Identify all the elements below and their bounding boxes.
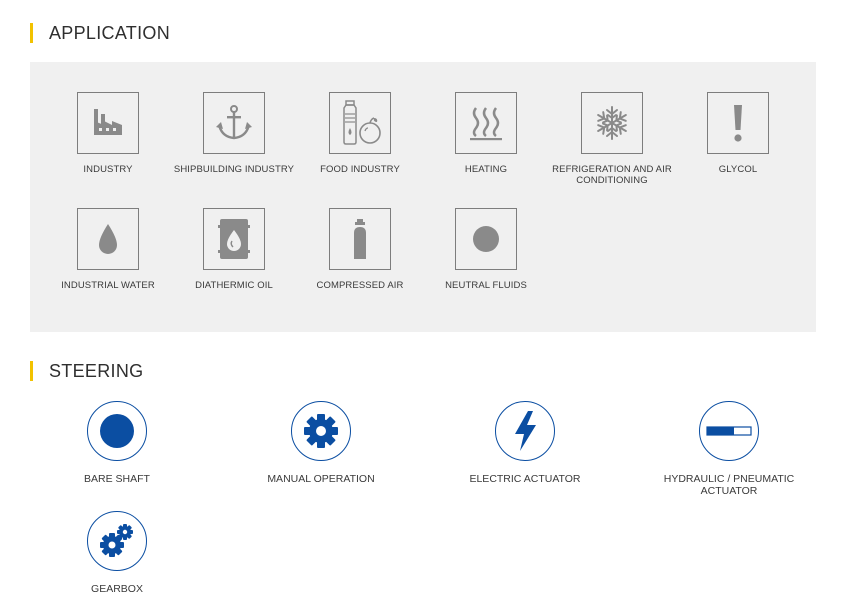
factory-icon [77, 92, 139, 154]
steering-item-gearbox: GEARBOX [32, 511, 202, 595]
food-icon [329, 92, 391, 154]
dot-icon [455, 208, 517, 270]
application-item-glycol: GLYCOL [675, 92, 801, 175]
exclamation-icon [707, 92, 769, 154]
application-item-diathermic-oil: DIATHERMIC OIL [171, 208, 297, 291]
application-item-label: INDUSTRIAL WATER [61, 280, 155, 291]
application-section-title: APPLICATION [30, 23, 170, 43]
snowflake-icon [581, 92, 643, 154]
application-panel: INDUSTRY SHIPBUILDING INDUSTRY FOOD INDU… [30, 62, 816, 332]
application-item-label: DIATHERMIC OIL [195, 280, 273, 291]
gas-cylinder-icon [329, 208, 391, 270]
heat-waves-icon [455, 92, 517, 154]
oil-barrel-icon [203, 208, 265, 270]
application-item-label: INDUSTRY [83, 164, 133, 175]
gears-icon [87, 511, 147, 571]
piston-icon [699, 401, 759, 461]
application-item-food: FOOD INDUSTRY [297, 92, 423, 175]
gear-icon [291, 401, 351, 461]
application-item-label: NEUTRAL FLUIDS [445, 280, 527, 291]
lightning-icon [495, 401, 555, 461]
application-item-industry: INDUSTRY [45, 92, 171, 175]
application-item-refrigeration: REFRIGERATION AND AIR CONDITIONING [549, 92, 675, 186]
steering-item-label: MANUAL OPERATION [267, 473, 375, 485]
filled-circle-icon [87, 401, 147, 461]
steering-item-label: HYDRAULIC / PNEUMATIC ACTUATOR [663, 473, 795, 497]
steering-item-label: GEARBOX [91, 583, 143, 595]
application-item-label: REFRIGERATION AND AIR CONDITIONING [552, 164, 672, 186]
application-item-compressed-air: COMPRESSED AIR [297, 208, 423, 291]
application-item-heating: HEATING [423, 92, 549, 175]
steering-item-manual-operation: MANUAL OPERATION [236, 401, 406, 485]
application-item-label: GLYCOL [718, 164, 758, 175]
application-item-shipbuilding: SHIPBUILDING INDUSTRY [171, 92, 297, 175]
application-item-industrial-water: INDUSTRIAL WATER [45, 208, 171, 291]
water-drop-icon [77, 208, 139, 270]
application-item-label: FOOD INDUSTRY [320, 164, 400, 175]
steering-item-hydraulic-pneumatic: HYDRAULIC / PNEUMATIC ACTUATOR [644, 401, 814, 497]
application-item-label: COMPRESSED AIR [316, 280, 404, 291]
application-item-label: HEATING [464, 164, 508, 175]
steering-item-electric-actuator: ELECTRIC ACTUATOR [440, 401, 610, 485]
steering-item-label: ELECTRIC ACTUATOR [469, 473, 581, 485]
anchor-icon [203, 92, 265, 154]
application-item-label: SHIPBUILDING INDUSTRY [173, 164, 295, 175]
steering-item-bare-shaft: BARE SHAFT [32, 401, 202, 485]
steering-section-title: STEERING [30, 361, 143, 381]
steering-item-label: BARE SHAFT [84, 473, 150, 485]
application-item-neutral-fluids: NEUTRAL FLUIDS [423, 208, 549, 291]
